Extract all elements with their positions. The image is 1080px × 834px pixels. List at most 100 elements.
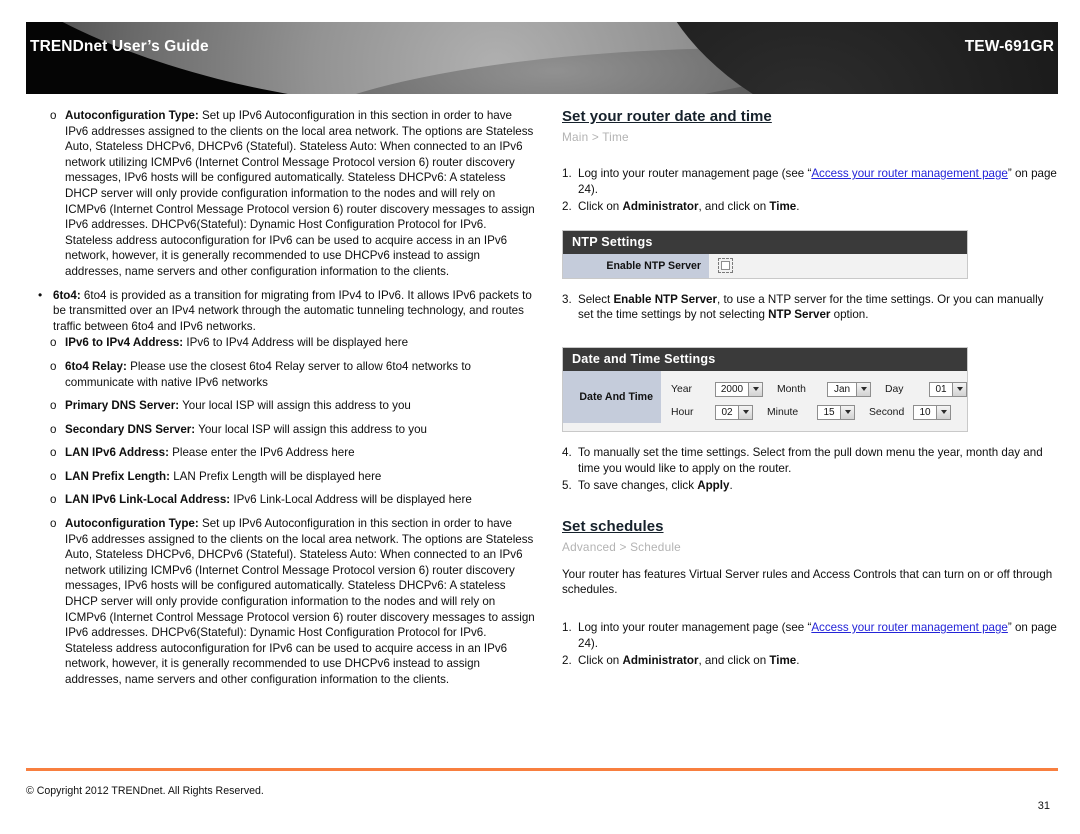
step-emphasis: Administrator: [622, 200, 699, 214]
step-emphasis: Administrator: [622, 654, 699, 668]
year-select[interactable]: 2000: [715, 381, 763, 397]
day-label: Day: [885, 383, 904, 395]
minute-label: Minute: [767, 406, 799, 418]
hour-field: Hour 02: [671, 404, 753, 420]
step-text-pre: To save changes, click: [578, 479, 698, 493]
step-number: 4.: [562, 445, 572, 459]
section-intro-paragraph: Your router has features Virtual Server …: [562, 567, 1053, 597]
ntp-settings-title: NTP Settings: [563, 230, 967, 254]
step-emphasis: Time: [769, 654, 797, 668]
breadcrumb: Advanced > Schedule: [562, 539, 681, 554]
list-item-text: Your local ISP will assign this address …: [195, 422, 427, 436]
year-value: 2000: [716, 382, 748, 396]
step-number: 2.: [562, 654, 572, 668]
page-number: 31: [1037, 800, 1050, 812]
step-text-pre: Click on: [578, 654, 623, 668]
instruction-step: 1. Log into your router management page …: [562, 620, 1062, 651]
chevron-down-icon: [936, 405, 950, 419]
list-item-text: Please enter the IPv6 Address here: [168, 446, 355, 460]
minute-select[interactable]: 15: [817, 404, 855, 420]
bullet-marker: o: [50, 422, 57, 436]
step-text-post: option.: [830, 308, 869, 322]
list-item: o Primary DNS Server: Your local ISP wil…: [48, 398, 536, 414]
document-page: TRENDnet User’s Guide TEW-691GR o Autoco…: [0, 0, 1080, 834]
list-item-text: Please use the closest 6to4 Relay server…: [65, 359, 471, 389]
list-item-term: LAN IPv6 Address:: [65, 446, 169, 460]
cross-reference-link[interactable]: Access your router management page: [811, 167, 1008, 180]
hour-select[interactable]: 02: [715, 404, 753, 420]
minute-field: Minute 15: [767, 404, 855, 420]
list-item-term: LAN IPv6 Link-Local Address:: [65, 493, 231, 507]
page-header-banner: [26, 22, 1058, 94]
list-item-text: IPv6 Link-Local Address will be displaye…: [230, 493, 472, 507]
second-label: Second: [869, 406, 905, 418]
second-value: 10: [914, 405, 936, 419]
checkbox-inner-box: [721, 261, 730, 271]
date-row: Year 2000 Month Jan Day 01: [671, 378, 967, 401]
instruction-step: 4. To manually set the time settings. Se…: [562, 445, 1062, 476]
bullet-marker: o: [50, 446, 57, 460]
list-item-text: Set up IPv6 Autoconfiguration in this se…: [65, 109, 535, 278]
ntp-settings-body: Enable NTP Server: [563, 253, 967, 278]
step-number: 5.: [562, 479, 572, 493]
list-item: o LAN Prefix Length: LAN Prefix Length w…: [48, 469, 536, 485]
list-item-text: 6to4 is provided as a transition for mig…: [53, 288, 532, 333]
chevron-down-icon: [748, 382, 762, 396]
day-field: Day 01: [885, 381, 967, 397]
date-time-settings-panel: Date and Time Settings Date And Time Yea…: [562, 346, 968, 432]
instruction-step: 2. Click on Administrator, and click on …: [562, 653, 1062, 669]
step-number: 3.: [562, 292, 572, 306]
list-item-text: Your local ISP will assign this address …: [179, 399, 411, 413]
hour-value: 02: [716, 405, 738, 419]
bullet-marker: o: [50, 359, 57, 373]
step-text-post: .: [729, 479, 733, 493]
month-select[interactable]: Jan: [827, 381, 871, 397]
list-item: o 6to4 Relay: Please use the closest 6to…: [48, 359, 536, 390]
bullet-marker: o: [50, 469, 57, 483]
list-item: o LAN IPv6 Address: Please enter the IPv…: [48, 445, 536, 461]
cross-reference-link[interactable]: Access your router management page: [811, 621, 1008, 634]
bullet-marker: o: [50, 399, 57, 413]
bullet-marker: •: [38, 287, 43, 302]
step-emphasis: Time: [769, 200, 797, 214]
instruction-step: 3. Select Enable NTP Server, to use a NT…: [562, 292, 1062, 323]
date-and-time-label: Date And Time: [563, 370, 661, 423]
step-number: 2.: [562, 200, 572, 214]
step-text-post: .: [796, 654, 800, 668]
list-item-term: 6to4:: [53, 288, 81, 302]
date-time-settings-body: Date And Time Year 2000 Month Jan Day 01…: [563, 370, 967, 431]
list-item-term: Primary DNS Server:: [65, 399, 180, 413]
list-item: o Secondary DNS Server: Your local ISP w…: [48, 422, 536, 438]
product-model: TEW-691GR: [964, 38, 1054, 55]
list-item-term: Autoconfiguration Type:: [65, 517, 199, 531]
month-value: Jan: [828, 382, 856, 396]
date-time-fields: Year 2000 Month Jan Day 01 Hour 02 Minut…: [661, 371, 967, 431]
bullet-marker: o: [50, 336, 57, 350]
date-time-settings-title: Date and Time Settings: [563, 347, 967, 371]
step-number: 1.: [562, 620, 572, 634]
step-text-pre: Log into your router management page (se…: [578, 167, 812, 180]
bullet-marker: o: [50, 109, 57, 122]
step-emphasis: Enable NTP Server: [613, 292, 717, 306]
step-text-pre: Log into your router management page (se…: [578, 620, 812, 634]
list-item-text: IPv6 to IPv4 Address will be displayed h…: [183, 336, 409, 350]
chevron-down-icon: [840, 405, 854, 419]
chevron-down-icon: [952, 382, 966, 396]
page-title: Set your router date and time: [562, 108, 772, 125]
day-select[interactable]: 01: [929, 381, 967, 397]
list-item-term: LAN Prefix Length:: [65, 469, 170, 483]
enable-ntp-server-checkbox[interactable]: [718, 258, 733, 274]
second-select[interactable]: 10: [913, 404, 951, 420]
list-item-text: Set up IPv6 Autoconfiguration in this se…: [65, 517, 535, 686]
step-emphasis: Apply: [697, 479, 730, 493]
list-item: o Autoconfiguration Type: Set up IPv6 Au…: [48, 516, 536, 688]
